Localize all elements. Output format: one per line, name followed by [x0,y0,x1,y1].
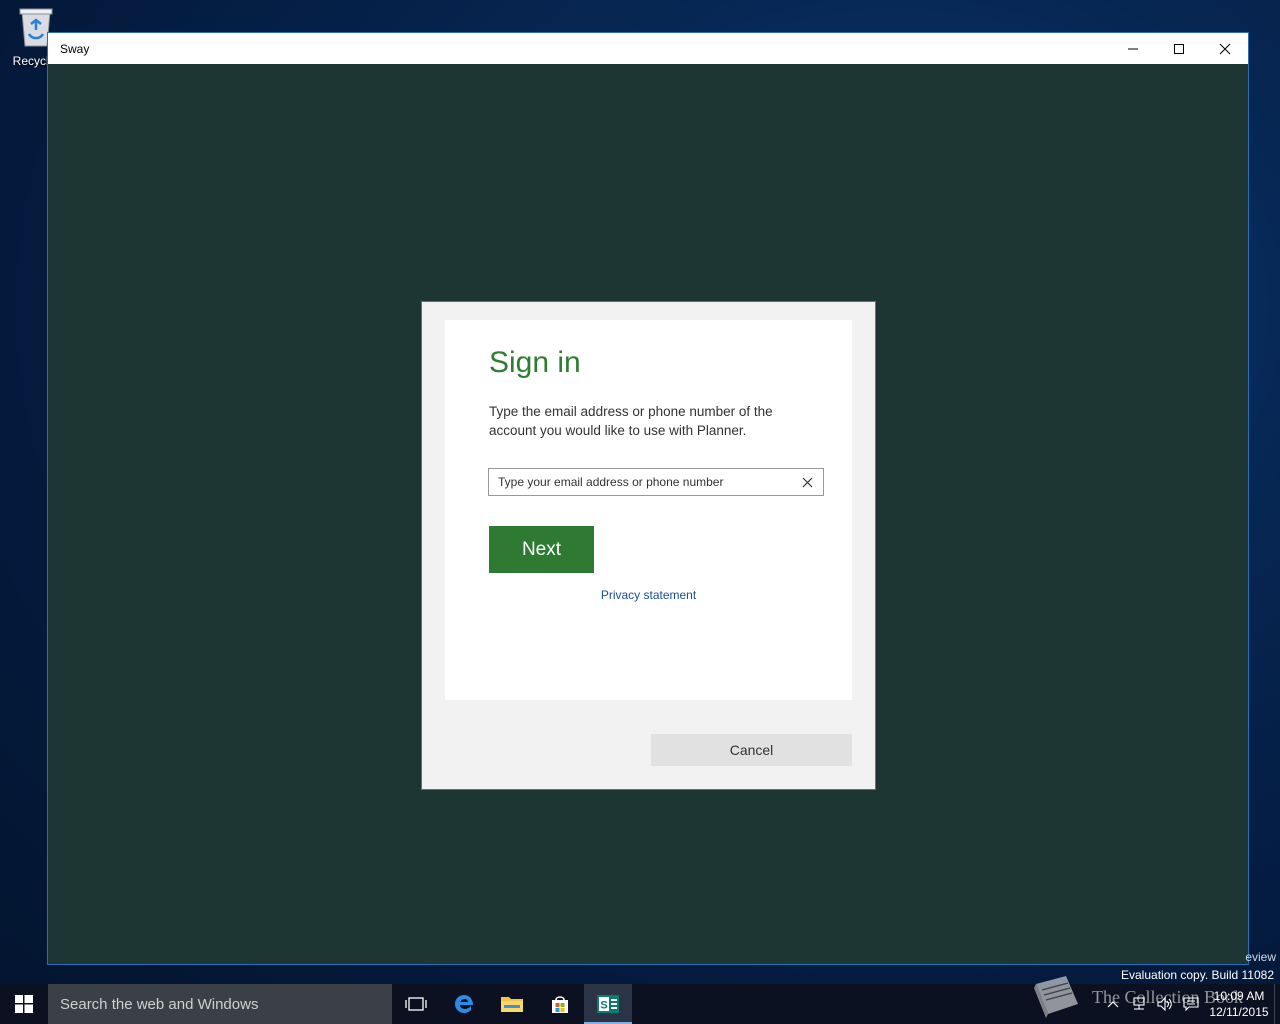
book-logo-icon [1034,976,1078,1018]
app-window: Sway Sign in Type the email address or p… [47,32,1249,965]
minimize-button[interactable] [1110,33,1156,64]
sign-in-description: Type the email address or phone number o… [489,404,773,438]
maximize-icon [1174,43,1184,54]
file-explorer-taskbar-button[interactable] [488,984,536,1024]
email-input[interactable] [489,469,791,495]
sign-in-card: Sign in Type the email address or phone … [445,320,852,700]
sway-app-icon: S [597,995,619,1013]
taskbar-search-input[interactable] [48,984,392,1024]
show-desktop-button[interactable] [1274,984,1280,1024]
close-button[interactable] [1202,33,1248,64]
cancel-button[interactable]: Cancel [651,734,852,766]
app-content: Sign in Type the email address or phone … [48,64,1248,964]
next-button[interactable]: Next [489,526,594,573]
task-view-button[interactable] [392,984,440,1024]
minimize-icon [1128,48,1138,49]
edge-taskbar-button[interactable] [440,984,488,1024]
clear-icon [802,477,812,487]
email-field-container [488,468,824,496]
clear-input-button[interactable] [791,469,823,495]
privacy-statement-link[interactable]: Privacy statement [445,588,852,602]
taskbar-search-box [48,984,392,1024]
edge-browser-icon [455,995,473,1013]
window-titlebar[interactable]: Sway [48,33,1248,64]
folder-icon [501,997,523,1012]
sign-in-heading: Sign in [489,346,581,379]
store-bag-icon [552,996,568,1013]
task-view-icon [405,997,427,1011]
windows-logo-icon [15,995,33,1013]
start-button[interactable] [0,984,48,1024]
preview-watermark-text: eview [1245,950,1276,964]
site-watermark: The Collection Book [1030,974,1243,1020]
watermark-text: The Collection Book [1092,986,1243,1007]
store-taskbar-button[interactable] [536,984,584,1024]
window-title: Sway [60,41,90,56]
sign-in-dialog: Sign in Type the email address or phone … [421,301,876,790]
close-icon [1219,43,1231,54]
svg-text:S: S [600,1000,607,1012]
maximize-button[interactable] [1156,33,1202,64]
window-controls [1110,33,1248,64]
sway-taskbar-button[interactable]: S [584,984,632,1024]
